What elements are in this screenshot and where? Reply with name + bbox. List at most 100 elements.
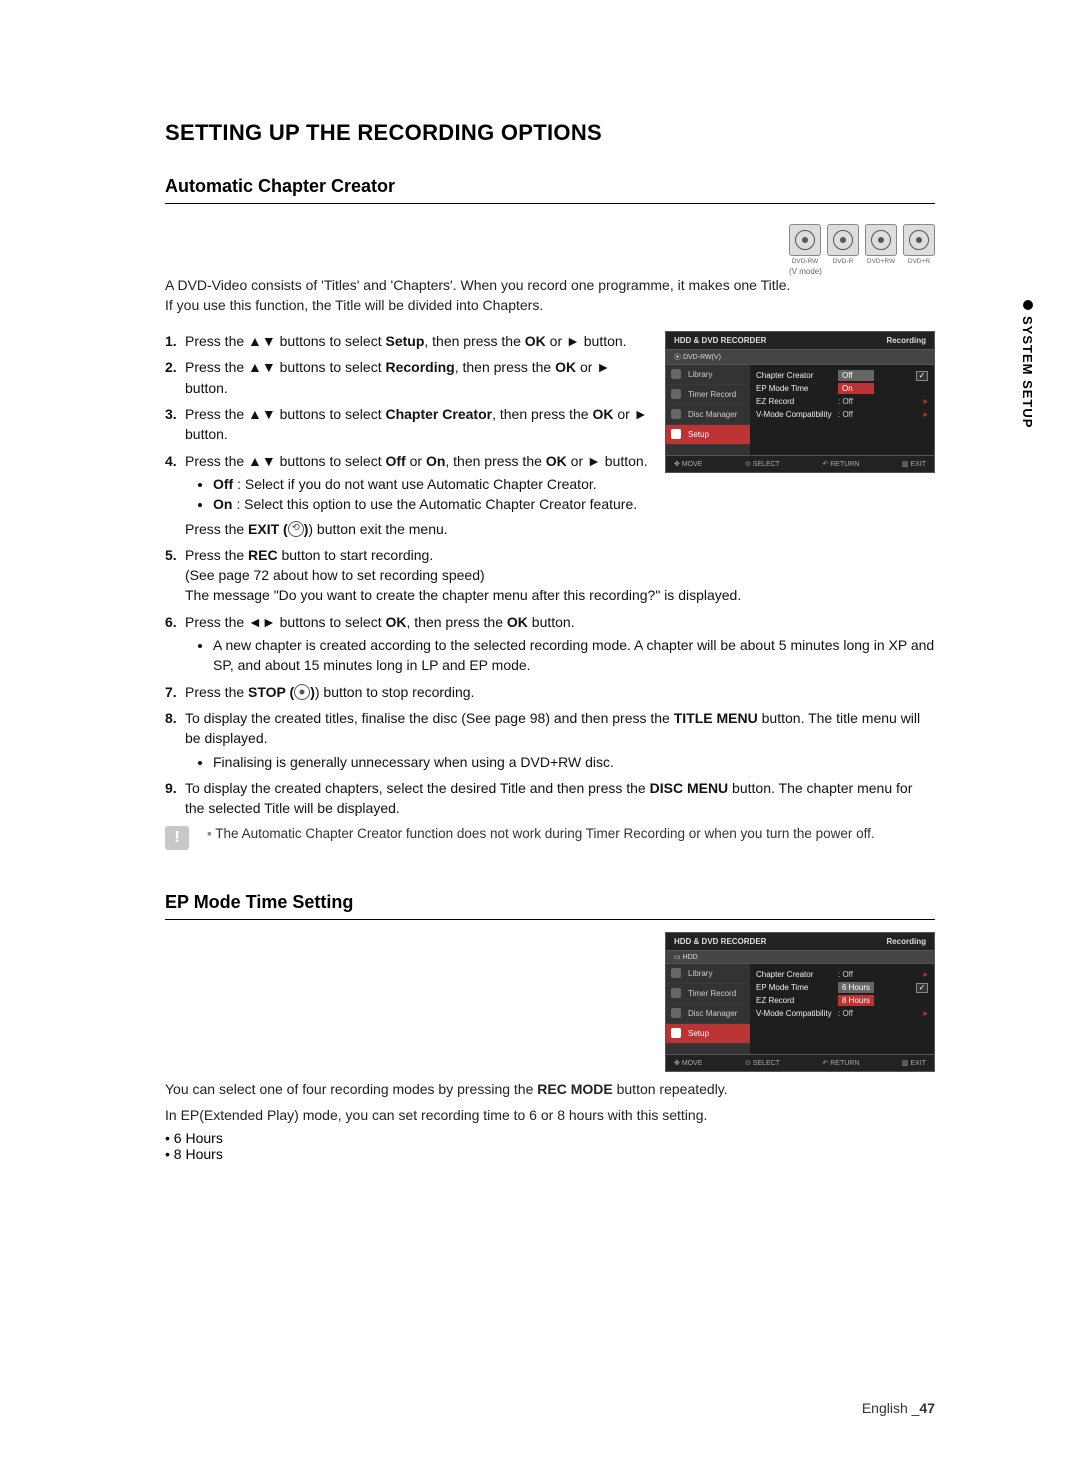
osd-nav-item: Library [666,365,750,385]
list-item: 6 Hours [165,1130,935,1146]
osd-row-label: V-Mode Compatibility [756,410,834,419]
osd-nav-item: Disc Manager [666,405,750,425]
ep-text: In EP(Extended Play) mode, you can set r… [165,1106,935,1126]
step-text: Press the STOP ()) button to stop record… [185,682,935,702]
nav-icon [671,389,681,399]
disc-icon [903,224,935,256]
osd-row-label: V-Mode Compatibility [756,1009,834,1018]
osd-screenshot-1: HDD & DVD RECORDERRecording ⦿ DVD-RW(V) … [665,331,935,473]
osd-nav: Library Timer Record Disc Manager Setup [666,365,750,455]
osd-screenshot-2: HDD & DVD RECORDER Recording ▭ HDD Librar… [665,932,935,1072]
osd-title: HDD & DVD RECORDER [674,937,766,946]
check-icon: ✓ [916,983,928,993]
sub-bullet: Finalising is generally unnecessary when… [213,752,935,772]
osd-main: Chapter Creator: Off▸ EP Mode Time6 Hour… [750,964,934,1054]
osd-option: Off [838,370,874,381]
osd-row-label: Chapter Creator [756,371,834,380]
osd-title: HDD & DVD RECORDER [674,336,766,345]
osd-row-label: EZ Record [756,996,834,1005]
format-label: DVD-RW [792,258,819,265]
section-tab-label: SYSTEM SETUP [1020,316,1035,428]
step-text: Press the ▲▼ buttons to select Chapter C… [185,404,651,445]
step-text: Press the ▲▼ buttons to select Recording… [185,357,651,398]
disc-icon [827,224,859,256]
osd-option-selected: 8 Hours [838,995,874,1006]
divider [165,919,935,920]
osd-row-label: EP Mode Time [756,983,834,992]
nav-icon [671,429,681,439]
list-item: 8 Hours [165,1146,935,1162]
osd-hint: ⊙ SELECT [745,460,780,468]
disc-icon [789,224,821,256]
osd-section: Recording [886,937,926,946]
osd-section: Recording [886,336,926,345]
step-text: Press the ◄► buttons to select OK, then … [185,612,935,676]
section-heading-acc: Automatic Chapter Creator [165,176,935,197]
sub-bullet: A new chapter is created according to th… [213,635,935,676]
osd-option-selected: On [838,383,874,394]
osd-hint: ✥ MOVE [674,460,702,468]
osd-nav-item: Timer Record [666,385,750,405]
sub-bullet: On : Select this option to use the Autom… [213,494,651,514]
intro-text: A DVD-Video consists of 'Titles' and 'Ch… [165,276,935,315]
info-icon: ! [165,826,189,850]
osd-hint: ⊙ SELECT [745,1059,780,1067]
page-footer: English _47 [862,1400,935,1416]
check-icon: ✓ [916,371,928,381]
osd-nav-item: Library [666,964,750,984]
section-heading-ep: EP Mode Time Setting [165,892,935,913]
osd-media-label: HDD [683,954,698,961]
page-title: SETTING UP THE RECORDING OPTIONS [165,120,935,146]
osd-row-label: EP Mode Time [756,384,834,393]
sub-bullet: Off : Select if you do not want use Auto… [213,474,651,494]
hdd-mini-icon: ▭ [674,954,683,961]
disc-icon [865,224,897,256]
ep-text: You can select one of four recording mod… [165,1080,935,1100]
note-text: The Automatic Chapter Creator function d… [207,826,875,841]
osd-row-label: EZ Record [756,397,834,406]
disc-format-badges: DVD-RW DVD-R DVD+RW DVD+R (V mode) [789,216,935,276]
section-tab: SYSTEM SETUP [1020,300,1035,428]
nav-icon [671,968,681,978]
osd-nav-item-selected: Setup [666,425,750,445]
step-text: Press the REC button to start recording.… [185,545,935,606]
osd-hint: ▥ EXIT [902,460,926,468]
vmode-label: (V mode) [789,267,935,276]
arrow-right-icon: ▸ [923,969,928,980]
step-text: Press the ▲▼ buttons to select Off or On… [185,451,651,539]
osd-nav-item: Timer Record [666,984,750,1004]
osd-value: : Off [838,397,853,406]
osd-hint: ✥ MOVE [674,1059,702,1067]
osd-value: : Off [838,970,853,979]
hours-list: 6 Hours 8 Hours [165,1130,935,1162]
format-label: DVD+R [908,258,930,265]
arrow-right-icon: ▸ [923,409,928,420]
nav-icon [671,1008,681,1018]
nav-icon [671,409,681,419]
osd-hint: ▥ EXIT [902,1059,926,1067]
nav-icon [671,1028,681,1038]
divider [165,203,935,204]
nav-icon [671,369,681,379]
step-text: To display the created titles, finalise … [185,708,935,772]
format-label: DVD-R [833,258,854,265]
osd-nav: Library Timer Record Disc Manager Setup [666,964,750,1054]
bullet-icon [1023,300,1033,310]
exit-button-icon [288,521,304,537]
step-text: Press the EXIT ()) button exit the menu. [185,519,651,539]
arrow-right-icon: ▸ [923,396,928,407]
osd-value: : Off [838,410,853,419]
stop-button-icon [294,684,310,700]
osd-main: Chapter Creator Off ✓ EP Mode Time On EZ Re… [750,365,934,455]
arrow-right-icon: ▸ [923,1008,928,1019]
nav-icon [671,988,681,998]
note-box: ! The Automatic Chapter Creator function… [165,826,935,850]
disc-mini-icon: ⦿ [674,354,683,361]
step-text: Press the ▲▼ buttons to select Setup, th… [185,331,651,351]
osd-hint: ↶ RETURN [822,1059,859,1067]
osd-hint: ↶ RETURN [822,460,859,468]
osd-nav-item-selected: Setup [666,1024,750,1044]
osd-value: : Off [838,1009,853,1018]
step-text: To display the created chapters, select … [185,778,935,819]
osd-media-label: DVD-RW(V) [683,354,721,361]
